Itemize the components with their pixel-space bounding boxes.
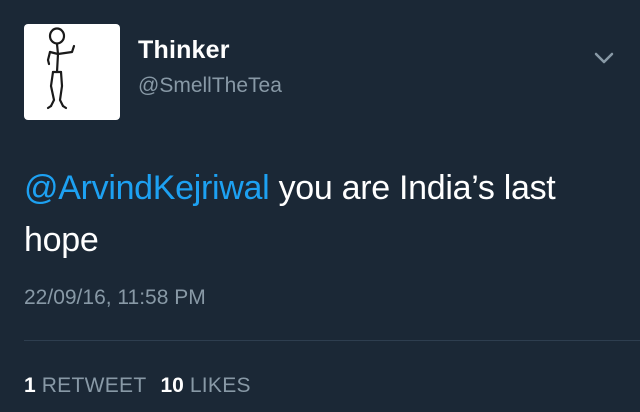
avatar[interactable] (24, 24, 120, 120)
username[interactable]: @SmellTheTea (138, 74, 282, 98)
tweet-stats: 1 RETWEET 10 LIKES (24, 374, 265, 398)
mention-link[interactable]: @ArvindKejriwal (24, 169, 270, 207)
divider (24, 340, 640, 341)
likes-stat[interactable]: 10 LIKES (160, 374, 250, 398)
tweet-card: Thinker @SmellTheTea @ArvindKejriwal you… (0, 0, 640, 412)
likes-label: LIKES (189, 374, 251, 397)
timestamp[interactable]: 22/09/16, 11:58 PM (24, 286, 206, 310)
retweets-label: RETWEET (41, 374, 147, 397)
stick-figure-icon (46, 27, 76, 110)
tweet-text: @ArvindKejriwal you are India’s last hop… (24, 162, 624, 266)
chevron-down-icon[interactable] (592, 48, 616, 68)
display-name[interactable]: Thinker (138, 36, 230, 65)
likes-count: 10 (160, 374, 184, 397)
retweets-stat[interactable]: 1 RETWEET (24, 374, 146, 398)
retweets-count: 1 (24, 374, 36, 397)
